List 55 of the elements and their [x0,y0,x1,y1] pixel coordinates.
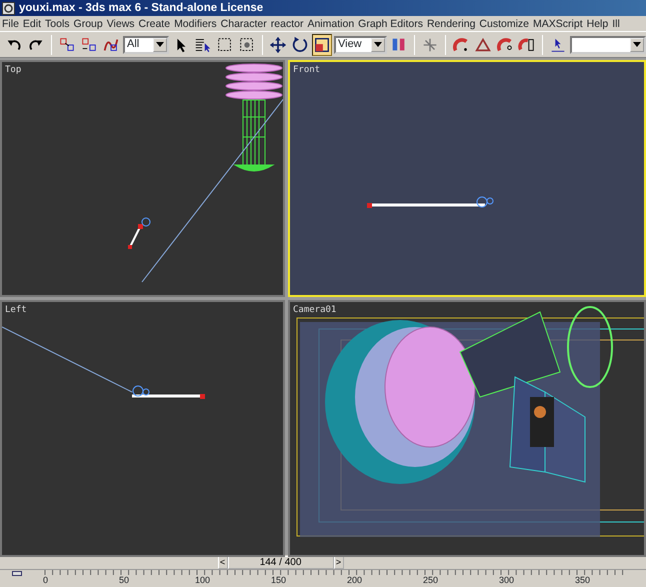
viewport[interactable]: Front [288,60,646,297]
caret-icon [374,42,382,47]
viewport[interactable]: Camera01 [288,300,646,557]
app-icon [2,2,15,14]
unlink-icon [80,36,98,54]
manipulate-icon [421,36,440,54]
named-selection-dropdown[interactable] [570,36,646,54]
viewport-label[interactable]: Front [293,64,320,78]
ruler-label: 150 [271,575,286,585]
menu-item[interactable]: Tools [45,16,70,31]
viewport-label[interactable]: Left [5,304,27,318]
coordinate-system-dropdown[interactable]: View [334,36,388,54]
magnet-icon [452,36,470,54]
ruler-label: 50 [119,575,130,585]
ruler-label: 100 [195,575,210,585]
camera-drawing [128,218,150,249]
dotted-circle-rectangle-icon [238,36,256,54]
viewport[interactable]: Top [0,60,285,297]
caret-icon [632,42,641,47]
menu-item[interactable]: reactor [270,16,304,31]
menu-item[interactable]: Create [138,16,170,31]
viewport-label[interactable]: Top [5,64,22,78]
menu-item[interactable]: Rendering [426,16,476,31]
menu-item[interactable]: Animation [307,16,354,31]
rotate-icon [290,36,309,54]
menu-item[interactable]: Help [586,16,608,31]
scale-icon [312,36,331,54]
caret-icon [156,42,164,47]
dotted-rectangle-icon [216,36,234,54]
ruler-label: 250 [423,575,438,585]
menu-item[interactable]: Graph Editors [358,16,423,31]
angle-snap-icon [474,36,492,54]
menu-item[interactable]: File [2,16,19,31]
menu-item[interactable]: Ill [612,16,620,31]
link-icon [58,36,76,54]
spinner-snap-icon [518,36,536,54]
menu-item[interactable]: Edit [22,16,42,31]
menu-item[interactable]: Modifiers [174,16,217,31]
ruler-label: 0 [43,575,48,585]
window-title: youxi.max - 3ds max 6 - Stand-alone License [19,1,264,16]
menu-item[interactable]: Character [220,16,267,31]
ruler-label: 300 [499,575,514,585]
menu-item[interactable]: MAXScript [533,16,583,31]
menu-item[interactable]: Customize [479,16,530,31]
viewport-label[interactable]: Camera01 [293,304,336,318]
menu-item[interactable]: Views [106,16,135,31]
key-icon[interactable] [12,571,22,576]
viewport[interactable]: Left [0,300,285,557]
ruler-label: 200 [347,575,362,585]
menu-item[interactable]: Group [74,16,103,31]
move-icon [268,36,287,54]
scale-button[interactable] [312,34,332,56]
percent-snap-icon [496,36,514,54]
ruler-label: 350 [575,575,590,585]
selection-filter-dropdown[interactable]: All [123,36,169,54]
